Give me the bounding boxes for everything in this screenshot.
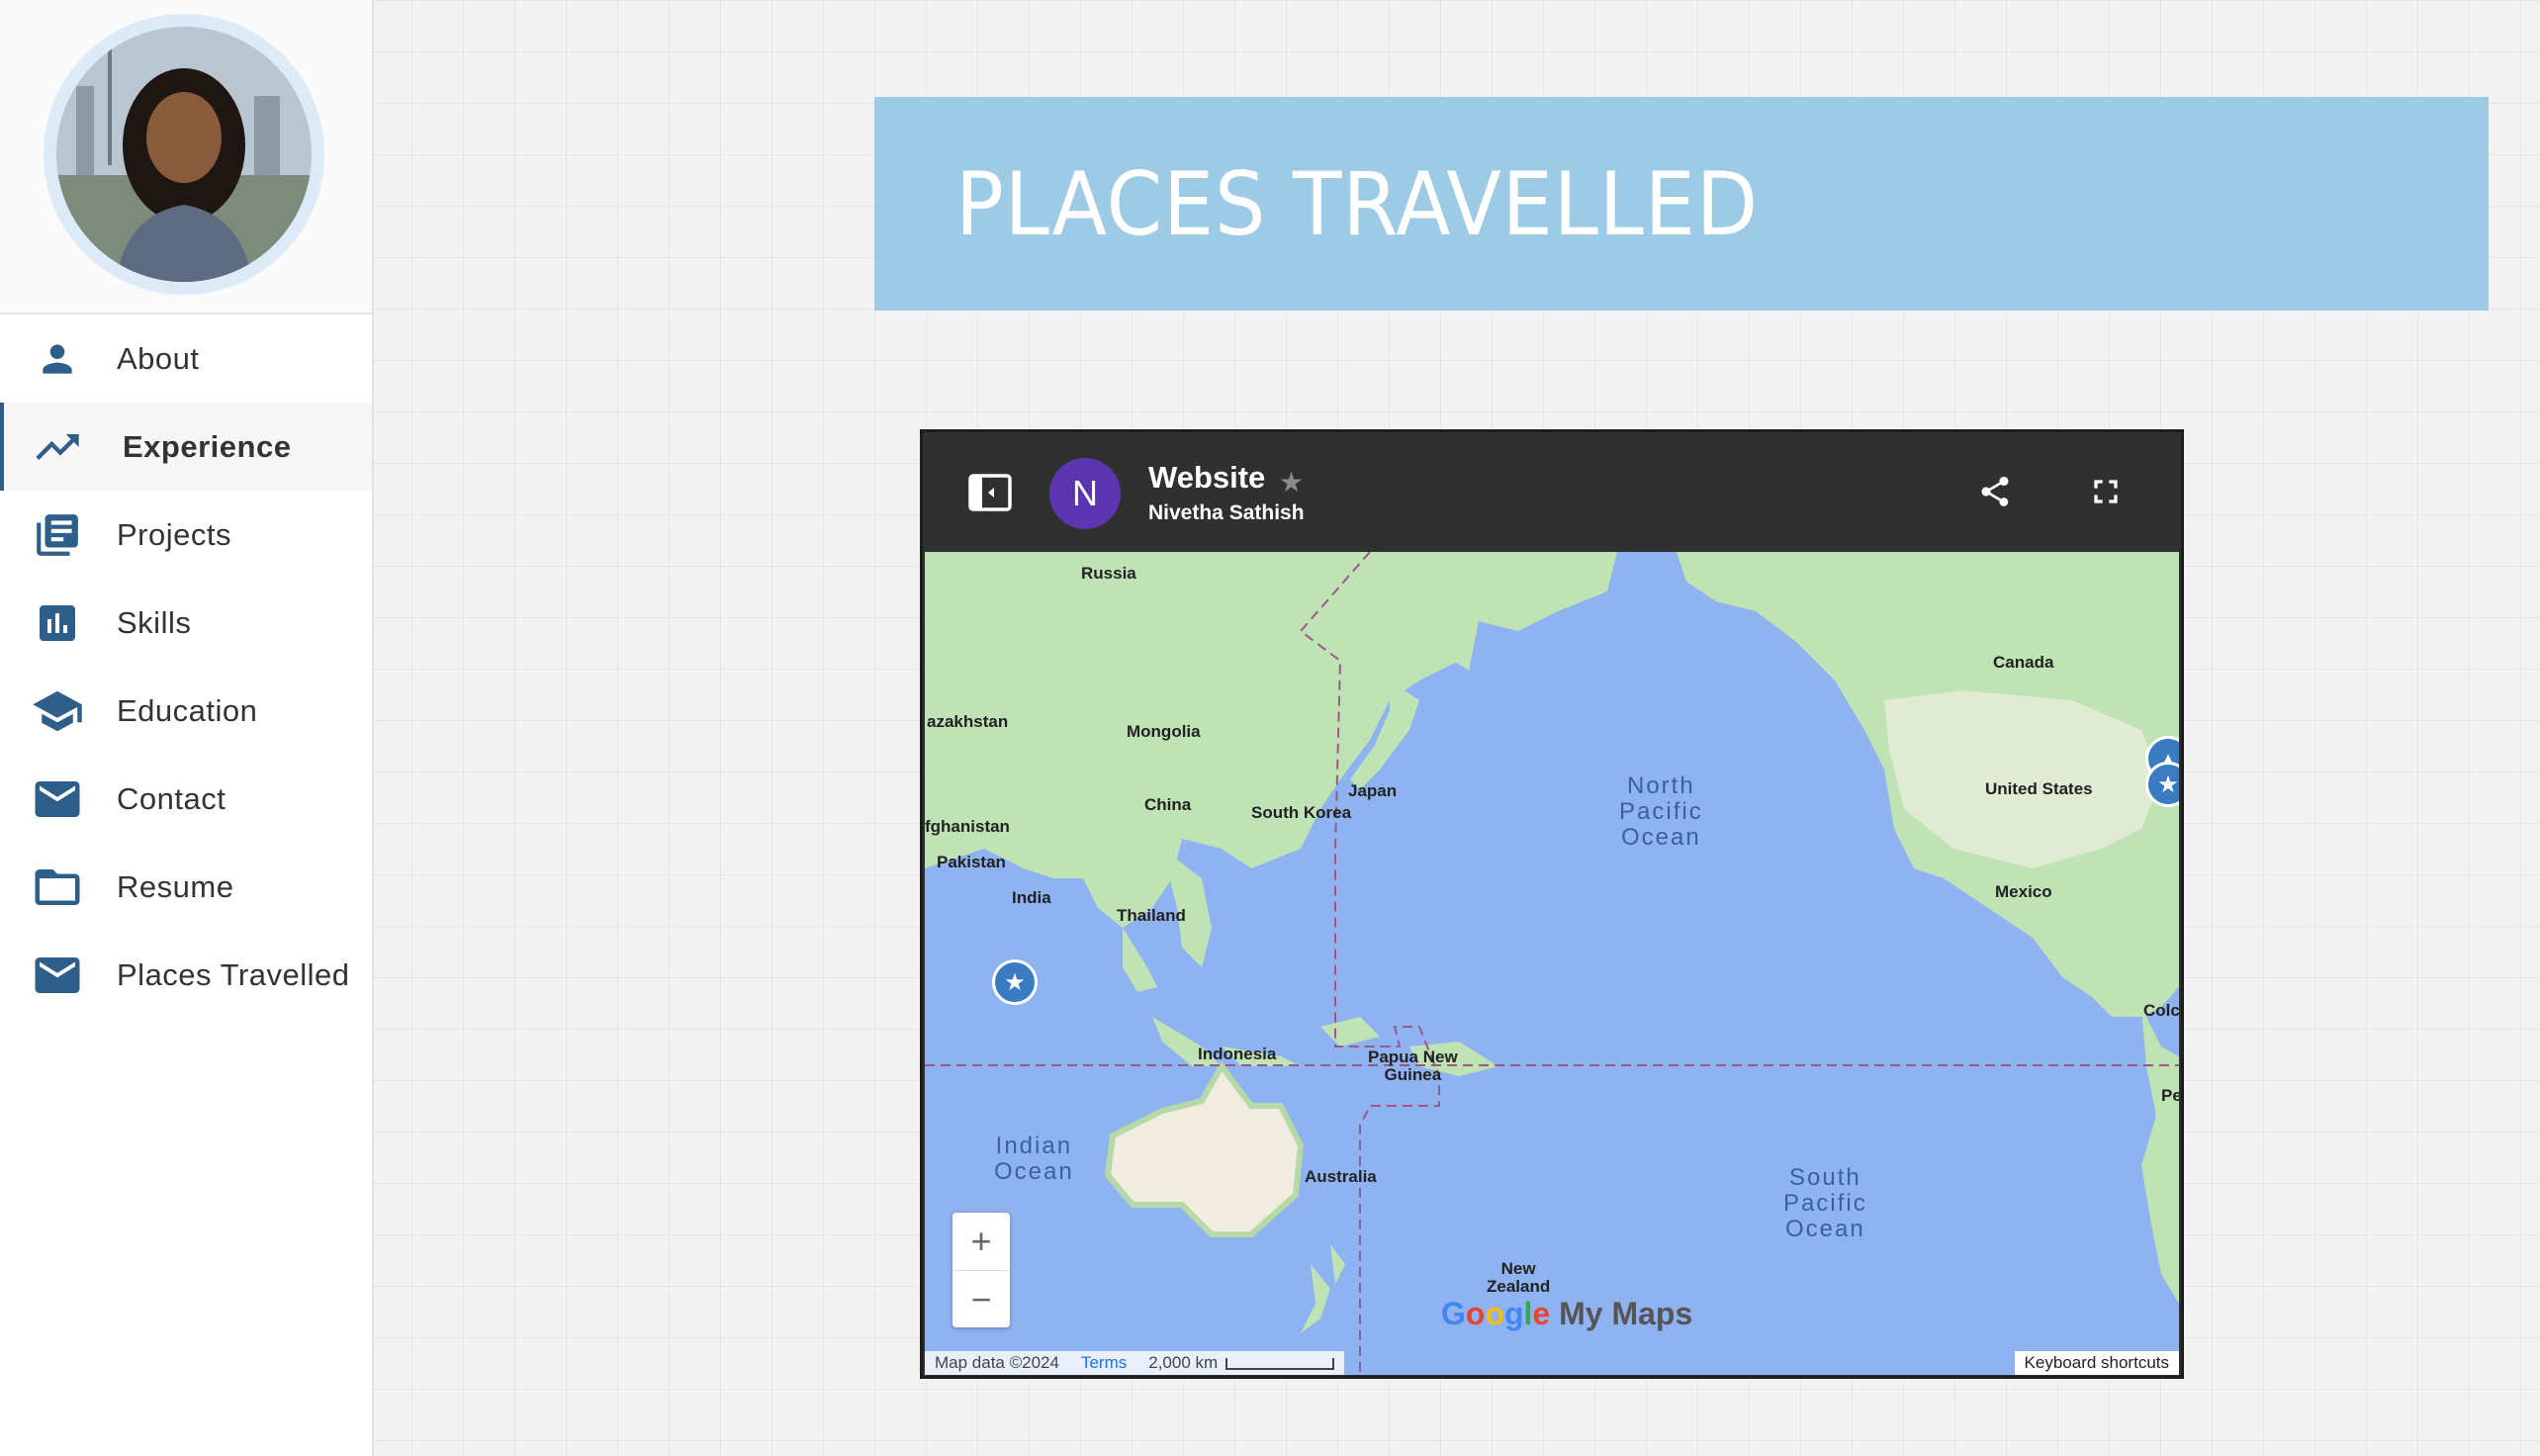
zoom-out-button[interactable]: − xyxy=(952,1271,1010,1328)
ocean-label-indian: Indian Ocean xyxy=(994,1133,1074,1185)
mail-icon xyxy=(30,948,85,1003)
page-title: PLACES TRAVELLED xyxy=(955,152,1760,255)
folder-icon xyxy=(30,860,85,915)
map-label-afghanistan: fghanistan xyxy=(925,817,1010,836)
star-icon: ★ xyxy=(1004,968,1026,996)
star-icon: ★ xyxy=(2157,771,2179,798)
bar-chart-icon xyxy=(30,595,85,651)
star-icon[interactable]: ★ xyxy=(1279,466,1304,499)
trending-up-icon xyxy=(30,419,85,475)
mail-icon xyxy=(30,772,85,827)
sidebar-item-label: Places Travelled xyxy=(117,956,350,992)
school-icon xyxy=(30,683,85,739)
map-label-colombia: Colc xyxy=(2143,1001,2179,1020)
fullscreen-icon[interactable] xyxy=(2086,472,2126,516)
sidebar-item-label: About xyxy=(117,340,200,376)
map-data-credit: Map data ©2024 xyxy=(935,1353,1059,1372)
ocean-label-north-pacific: North Pacific Ocean xyxy=(1619,773,1703,851)
scale-indicator[interactable]: 2,000 km xyxy=(1148,1353,1335,1373)
sidebar-item-education[interactable]: Education xyxy=(0,667,372,755)
sidebar-item-about[interactable]: About xyxy=(0,315,372,403)
sidebar-item-contact[interactable]: Contact xyxy=(0,755,372,843)
map-embed: N Website ★ Nivetha Sathish Russia azakh… xyxy=(920,429,2184,1379)
google-my-maps-logo: Google My Maps xyxy=(1441,1296,1693,1331)
scale-label: 2,000 km xyxy=(1148,1353,1219,1372)
map-label-india: India xyxy=(1012,888,1051,907)
profile-photo xyxy=(56,27,312,282)
place-marker-india[interactable]: ★ xyxy=(992,959,1038,1005)
sidebar-item-places-travelled[interactable]: Places Travelled xyxy=(0,931,372,1019)
map-label-south-korea: South Korea xyxy=(1251,803,1352,822)
sidebar-item-label: Resume xyxy=(117,868,234,904)
sidebar-nav: About Experience Projects Skills Educati… xyxy=(0,315,372,1019)
map-tiles xyxy=(925,552,2179,1375)
map-label-canada: Canada xyxy=(1993,653,2054,672)
keyboard-shortcuts-button[interactable]: Keyboard shortcuts xyxy=(2014,1351,2179,1375)
side-panel-toggle-icon[interactable] xyxy=(968,474,1012,516)
map-header-bar: N Website ★ Nivetha Sathish xyxy=(923,432,2181,552)
map-owner-name: Nivetha Sathish xyxy=(1148,501,1305,524)
map-label-kazakhstan: azakhstan xyxy=(927,712,1009,731)
ocean-label-south-pacific: South Pacific Ocean xyxy=(1783,1164,1867,1242)
sidebar-item-label: Projects xyxy=(117,516,231,552)
map-label-png: Papua New Guinea xyxy=(1368,1047,1458,1084)
map-label-united-states: United States xyxy=(1985,779,2093,798)
map-label-australia: Australia xyxy=(1305,1167,1377,1186)
logo-text: My Maps xyxy=(1559,1296,1693,1331)
sidebar-item-projects[interactable]: Projects xyxy=(0,491,372,579)
sidebar-item-skills[interactable]: Skills xyxy=(0,579,372,667)
sidebar-item-label: Skills xyxy=(117,604,192,640)
avatar xyxy=(44,14,324,295)
map-label-new-zealand: New Zealand xyxy=(1487,1259,1551,1296)
sidebar-item-experience[interactable]: Experience xyxy=(0,403,372,491)
sidebar-item-label: Education xyxy=(117,692,258,728)
sidebar-item-resume[interactable]: Resume xyxy=(0,843,372,931)
map-title: Website xyxy=(1148,460,1266,495)
person-icon xyxy=(30,331,85,387)
map-label-peru: Pe xyxy=(2161,1086,2179,1105)
page-header-banner: PLACES TRAVELLED xyxy=(874,97,2489,311)
map-label-indonesia: Indonesia xyxy=(1198,1045,1277,1063)
sidebar-item-label: Experience xyxy=(123,428,292,464)
scale-bar xyxy=(1225,1357,1335,1370)
map-label-japan: Japan xyxy=(1348,781,1398,800)
map-label-china: China xyxy=(1144,795,1192,814)
map-label-thailand: Thailand xyxy=(1117,906,1186,925)
profile-header xyxy=(0,0,372,315)
terms-link[interactable]: Terms xyxy=(1081,1353,1127,1373)
sidebar: About Experience Projects Skills Educati… xyxy=(0,0,374,1456)
map-label-russia: Russia xyxy=(1081,564,1136,583)
map-label-mongolia: Mongolia xyxy=(1127,722,1201,741)
article-icon xyxy=(30,507,85,563)
owner-avatar: N xyxy=(1049,458,1121,529)
map-canvas[interactable]: Russia azakhstan Mongolia China fghanist… xyxy=(925,552,2179,1375)
sidebar-item-label: Contact xyxy=(117,780,227,816)
zoom-in-button[interactable]: + xyxy=(952,1213,1010,1271)
map-label-mexico: Mexico xyxy=(1995,882,2052,901)
map-attribution: Map data ©2024 Terms 2,000 km xyxy=(925,1351,1345,1375)
zoom-control: + − xyxy=(952,1213,1010,1327)
share-icon[interactable] xyxy=(1977,472,2013,516)
map-label-pakistan: Pakistan xyxy=(937,853,1006,871)
